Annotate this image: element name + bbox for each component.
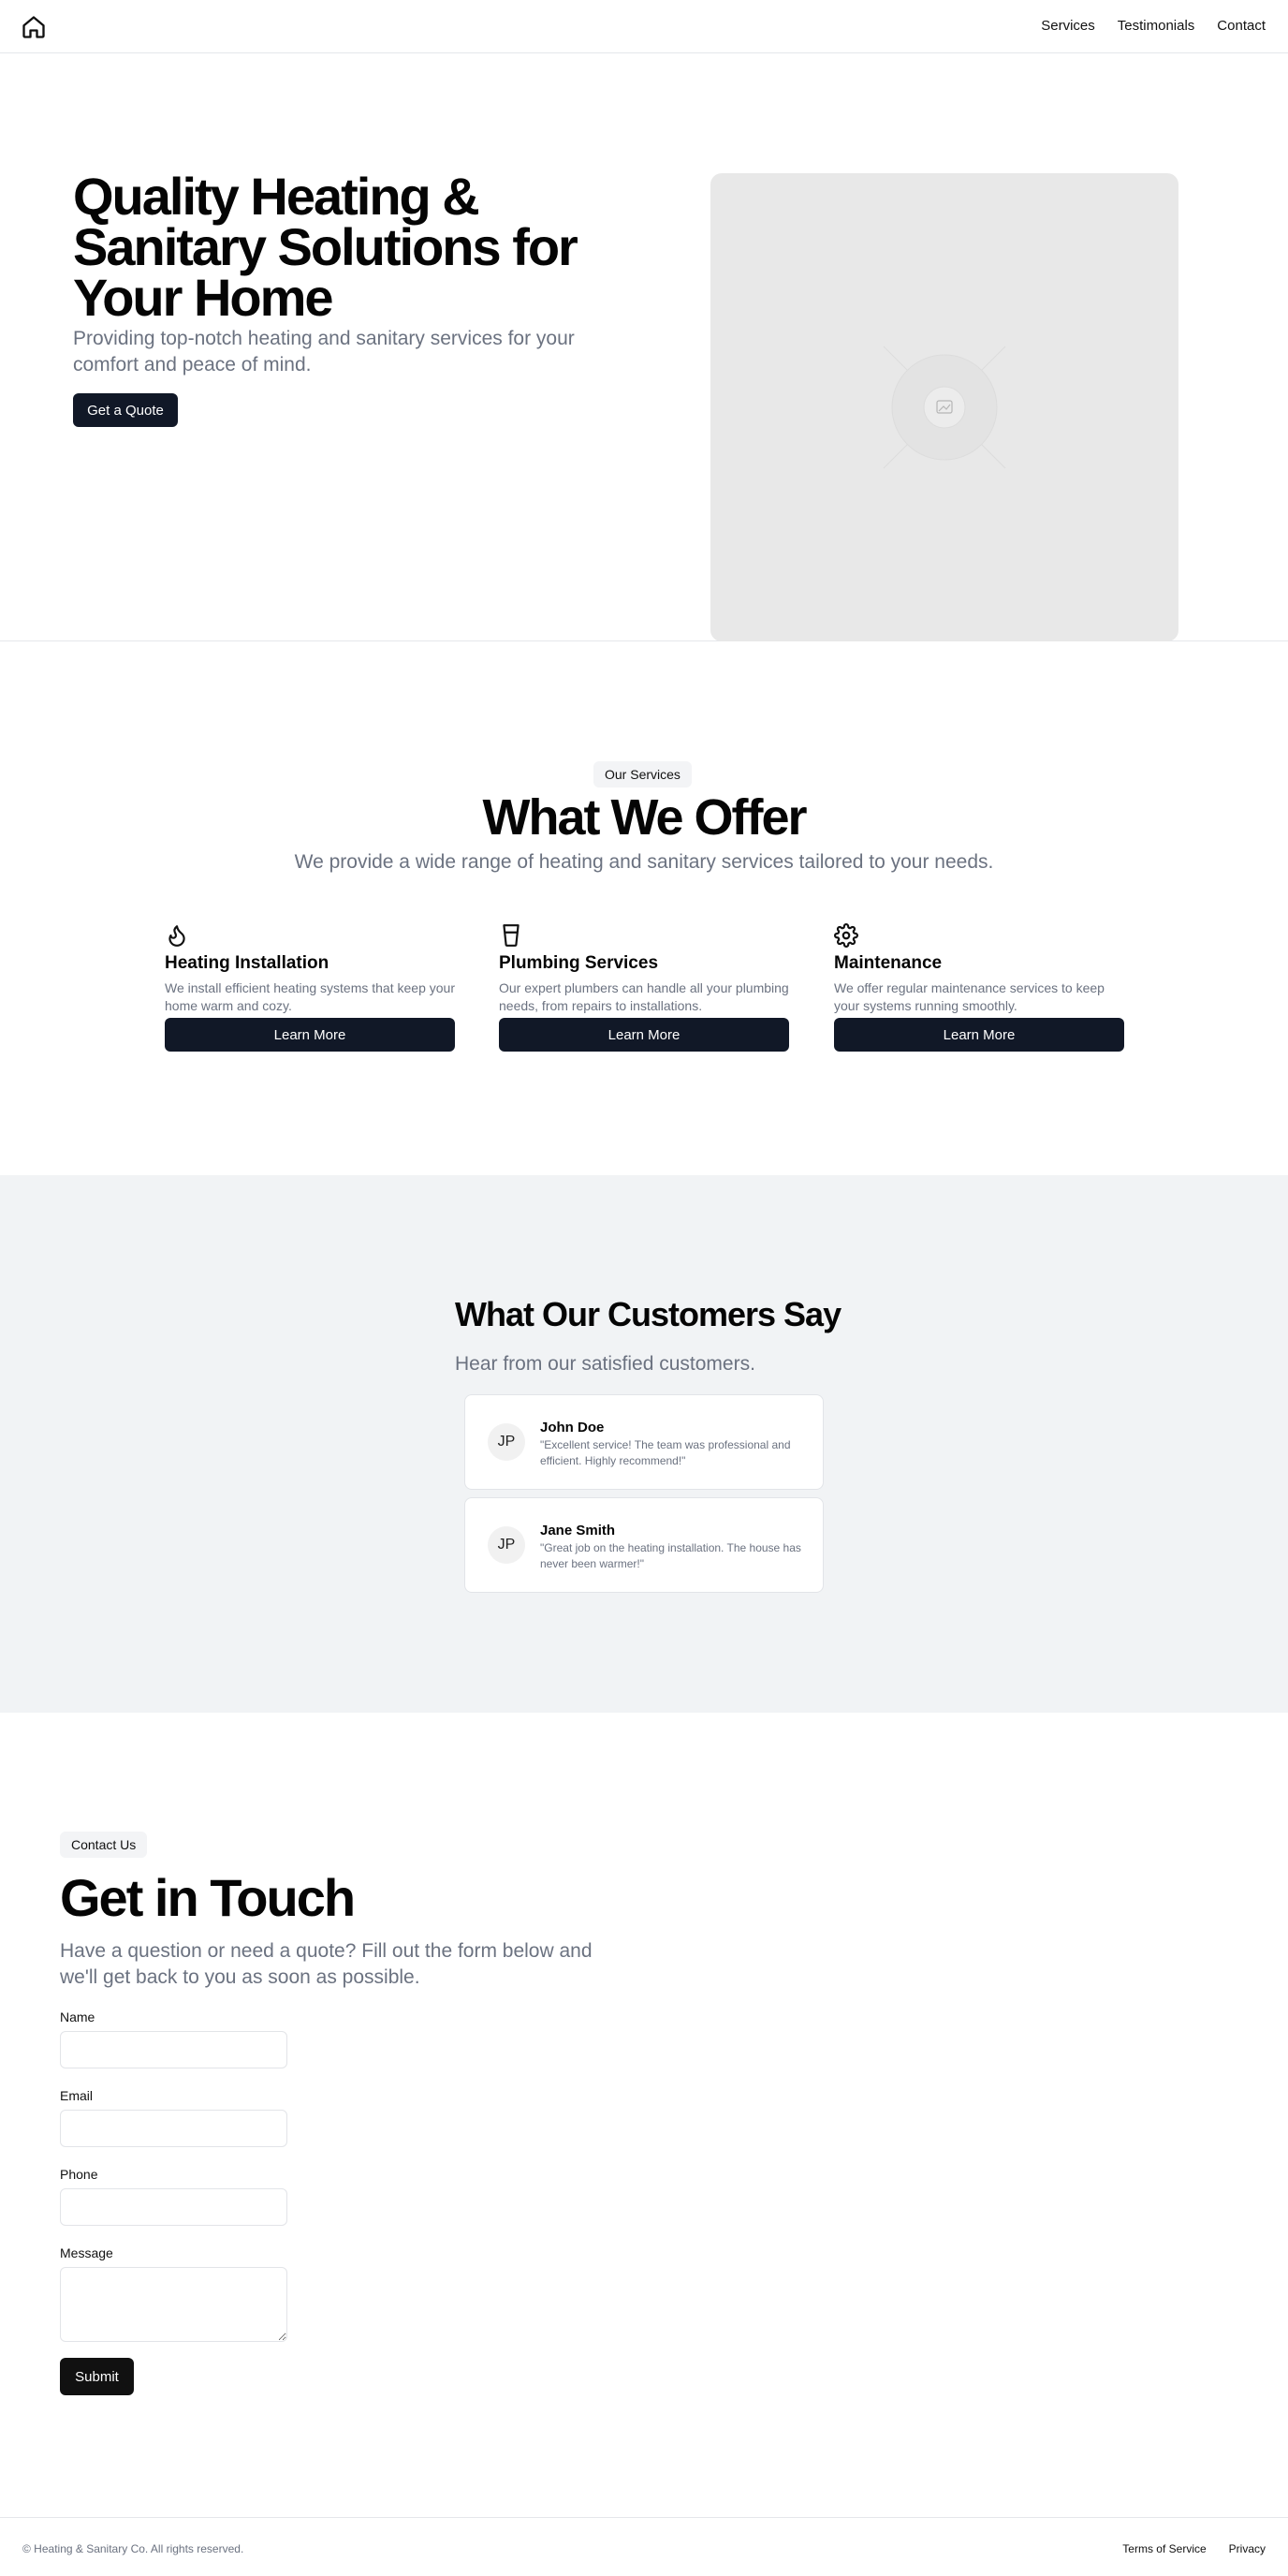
footer-links: Terms of Service Privacy: [1122, 2542, 1266, 2555]
services-subtitle: We provide a wide range of heating and s…: [294, 851, 994, 873]
service-card-plumbing: Plumbing Services Our expert plumbers ca…: [499, 923, 789, 1052]
terms-link[interactable]: Terms of Service: [1122, 2542, 1206, 2555]
service-title: Maintenance: [834, 953, 943, 973]
gear-icon: [834, 923, 858, 948]
testimonials-subtitle: Hear from our satisfied customers.: [455, 1353, 755, 1375]
nav-link-testimonials[interactable]: Testimonials: [1118, 18, 1195, 34]
services-section: Our Services What We Offer We provide a …: [0, 642, 1288, 1175]
testimonials-title: What Our Customers Say: [455, 1295, 842, 1333]
hero-title: Quality Heating & Sanitary Solutions for…: [73, 167, 578, 327]
hero-subtitle: Providing top-notch heating and sanitary…: [73, 328, 575, 375]
copyright-text: © Heating & Sanitary Co. All rights rese…: [22, 2542, 244, 2555]
message-field[interactable]: [60, 2267, 287, 2342]
testimonial-card: JP Jane Smith "Great job on the heating …: [464, 1497, 824, 1593]
hero-section: Quality Heating & Sanitary Solutions for…: [0, 53, 1288, 641]
name-label: Name: [60, 2009, 95, 2024]
hero-image-placeholder: [710, 173, 1178, 641]
site-header: Services Testimonials Contact: [0, 0, 1288, 53]
service-title: Plumbing Services: [499, 953, 659, 973]
learn-more-plumbing-button[interactable]: Learn More: [499, 1018, 789, 1052]
submit-button[interactable]: Submit: [60, 2358, 134, 2395]
learn-more-maintenance-button[interactable]: Learn More: [834, 1018, 1124, 1052]
service-description: We install efficient heating systems tha…: [165, 980, 455, 1013]
services-title: What We Offer: [482, 789, 807, 846]
testimonial-card: JP John Doe "Excellent service! The team…: [464, 1394, 824, 1490]
email-field[interactable]: [60, 2110, 287, 2147]
learn-more-heating-button[interactable]: Learn More: [165, 1018, 455, 1052]
get-quote-button[interactable]: Get a Quote: [73, 393, 178, 427]
service-description: Our expert plumbers can handle all your …: [499, 980, 789, 1013]
service-description: We offer regular maintenance services to…: [834, 980, 1105, 1013]
testimonial-quote: "Great job on the heating installation. …: [540, 1541, 801, 1570]
testimonial-name: John Doe: [540, 1420, 605, 1435]
contact-subtitle: Have a question or need a quote? Fill ou…: [60, 1940, 593, 1988]
contact-title: Get in Touch: [60, 1868, 356, 1927]
avatar: JP: [488, 1423, 525, 1461]
testimonial-quote: "Excellent service! The team was profess…: [540, 1438, 791, 1467]
home-logo-link[interactable]: [21, 14, 47, 40]
testimonial-name: Jane Smith: [540, 1523, 616, 1538]
site-footer: © Heating & Sanitary Co. All rights rese…: [0, 2517, 1288, 2576]
email-label: Email: [60, 2088, 94, 2103]
nav-link-services[interactable]: Services: [1041, 18, 1095, 34]
phone-field[interactable]: [60, 2188, 287, 2226]
privacy-link[interactable]: Privacy: [1229, 2542, 1266, 2555]
avatar: JP: [488, 1526, 525, 1564]
flame-icon: [168, 925, 185, 947]
service-title: Heating Installation: [165, 953, 329, 973]
service-card-heating: Heating Installation We install efficien…: [165, 923, 455, 1052]
message-label: Message: [60, 2245, 113, 2260]
phone-label: Phone: [60, 2167, 98, 2182]
image-placeholder-icon: [883, 346, 1006, 469]
home-icon: [22, 16, 45, 38]
contact-badge: Contact Us: [60, 1832, 148, 1858]
testimonials-section: What Our Customers Say Hear from our sat…: [0, 1175, 1288, 1713]
name-field[interactable]: [60, 2031, 287, 2068]
services-badge: Our Services: [593, 761, 692, 788]
glass-icon: [503, 924, 520, 947]
main-nav: Services Testimonials Contact: [1041, 18, 1266, 34]
contact-section: Contact Us Get in Touch Have a question …: [0, 1713, 1288, 2517]
nav-link-contact[interactable]: Contact: [1217, 18, 1266, 34]
service-card-maintenance: Maintenance We offer regular maintenance…: [834, 923, 1124, 1052]
